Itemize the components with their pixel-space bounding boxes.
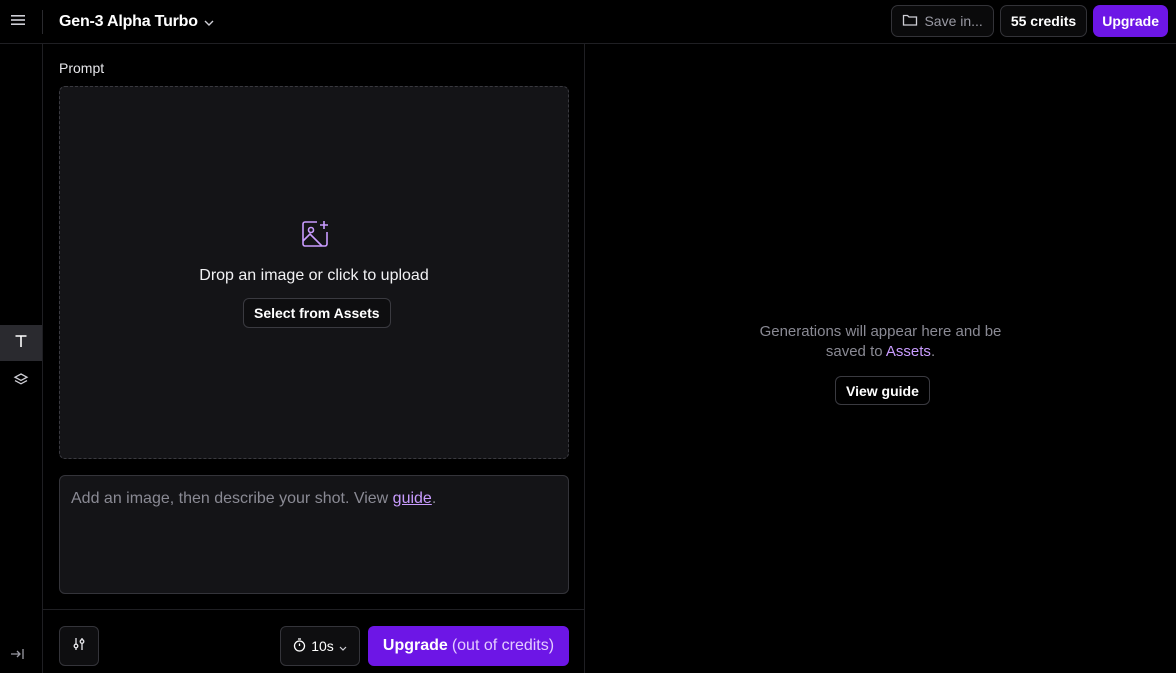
empty-state-line2: saved to Assets. xyxy=(585,342,1176,362)
select-from-assets-button[interactable]: Select from Assets xyxy=(243,298,391,328)
credits-button[interactable]: 55 credits xyxy=(999,5,1088,37)
save-in-button[interactable]: Save in... xyxy=(891,5,994,37)
model-name: Gen-3 Alpha Turbo xyxy=(59,13,198,30)
settings-button[interactable] xyxy=(59,626,99,666)
layers-icon xyxy=(13,372,29,393)
timer-icon xyxy=(293,637,306,655)
folder-icon xyxy=(902,13,918,30)
empty-state-text: Generations will appear here and be save… xyxy=(585,322,1176,362)
upgrade-button[interactable]: Upgrade xyxy=(1093,5,1168,37)
model-selector[interactable]: Gen-3 Alpha Turbo xyxy=(59,10,214,34)
duration-value: 10s xyxy=(311,638,334,654)
out-of-credits-label: (out of credits) xyxy=(451,637,555,654)
save-in-label: Save in... xyxy=(924,13,983,29)
empty-state-line1: Generations will appear here and be xyxy=(759,323,1002,340)
rail-item-text[interactable] xyxy=(0,325,42,361)
duration-selector[interactable]: 10s xyxy=(280,626,360,666)
upgrade-label: Upgrade xyxy=(382,637,448,654)
view-guide-button[interactable]: View guide xyxy=(835,376,930,405)
expand-sidebar-button[interactable] xyxy=(0,644,36,668)
type-icon xyxy=(14,334,28,353)
assets-link[interactable]: Assets xyxy=(886,343,931,360)
tool-rail xyxy=(0,44,43,673)
prompt-placeholder: Add an image, then describe your shot. V… xyxy=(71,490,393,507)
empty-state-suffix: . xyxy=(930,343,936,360)
menu-button[interactable] xyxy=(0,0,36,43)
guide-link[interactable]: guide xyxy=(393,490,432,507)
credits-label: 55 credits xyxy=(1010,13,1077,29)
sliders-icon xyxy=(72,637,86,656)
hamburger-icon xyxy=(11,13,25,31)
dropzone-text: Drop an image or click to upload xyxy=(199,267,429,284)
top-bar: Gen-3 Alpha Turbo Save in... 55 credits … xyxy=(0,0,1176,44)
chevron-down-icon xyxy=(339,638,347,654)
prompt-textarea[interactable]: Add an image, then describe your shot. V… xyxy=(59,475,569,594)
prompt-placeholder-end: . xyxy=(431,490,437,507)
prompt-panel: Prompt Drop an image or click to upload … xyxy=(43,44,585,673)
divider xyxy=(42,10,43,34)
divider xyxy=(43,609,584,610)
prompt-label: Prompt xyxy=(59,60,105,76)
rail-item-layers[interactable] xyxy=(0,364,42,400)
output-panel: Generations will appear here and be save… xyxy=(585,44,1176,673)
generate-upgrade-button[interactable]: Upgrade (out of credits) xyxy=(368,626,569,666)
image-dropzone[interactable]: Drop an image or click to upload Select … xyxy=(59,86,569,459)
image-add-icon xyxy=(300,219,330,254)
empty-state-prefix: saved to xyxy=(825,343,886,360)
expand-icon xyxy=(10,647,26,665)
chevron-down-icon xyxy=(204,13,214,31)
